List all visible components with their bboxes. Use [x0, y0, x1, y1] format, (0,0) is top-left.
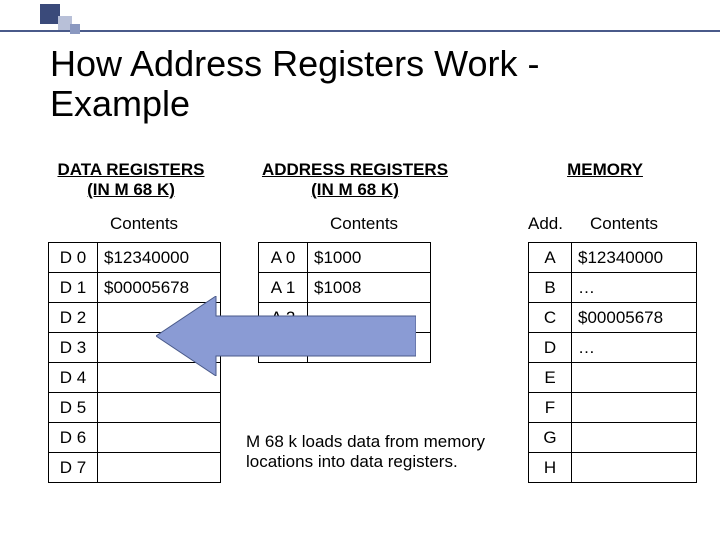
cell-value [98, 393, 221, 423]
header-rule [0, 30, 720, 32]
cell-label: A [529, 243, 572, 273]
table-row: G [529, 423, 697, 453]
cell-value [572, 363, 697, 393]
cell-label: D 2 [49, 303, 98, 333]
cell-value: $1008 [308, 273, 431, 303]
data-registers-table: D 0$12340000D 1$00005678D 2D 3D 4D 5D 6D… [48, 242, 221, 483]
cell-label: F [529, 393, 572, 423]
table-row: D 1$00005678 [49, 273, 221, 303]
table-row: A 2 [259, 303, 431, 333]
cell-value: … [572, 333, 697, 363]
table-row: D 0$12340000 [49, 243, 221, 273]
footnote: M 68 k loads data from memory locations … [246, 432, 486, 472]
cell-value [98, 333, 221, 363]
cell-label: D 5 [49, 393, 98, 423]
cell-label: D 0 [49, 243, 98, 273]
cell-label: A 5 [259, 333, 308, 363]
table-row: D 4 [49, 363, 221, 393]
cell-value [572, 453, 697, 483]
cell-value [98, 303, 221, 333]
header-decoration [0, 4, 720, 38]
table-row: B… [529, 273, 697, 303]
table-row: D 7 [49, 453, 221, 483]
heading-memory: MEMORY [540, 160, 670, 180]
cell-label: D 7 [49, 453, 98, 483]
table-row: D 3 [49, 333, 221, 363]
cell-value [98, 363, 221, 393]
table-row: D 5 [49, 393, 221, 423]
cell-label: D 6 [49, 423, 98, 453]
cell-label: D 3 [49, 333, 98, 363]
table-row: D 6 [49, 423, 221, 453]
cell-value [308, 303, 431, 333]
cell-label: B [529, 273, 572, 303]
cell-value: $1000 [308, 243, 431, 273]
cell-label: D 4 [49, 363, 98, 393]
cell-label: C [529, 303, 572, 333]
table-row: A$12340000 [529, 243, 697, 273]
subhead-addr-contents: Contents [330, 214, 398, 234]
cell-value [98, 453, 221, 483]
cell-label: A 2 [259, 303, 308, 333]
cell-value [308, 333, 431, 363]
table-row: D… [529, 333, 697, 363]
address-registers-table: A 0$1000A 1$1008A 2A 5 [258, 242, 431, 363]
table-row: C$00005678 [529, 303, 697, 333]
cell-value: $00005678 [572, 303, 697, 333]
cell-value [572, 423, 697, 453]
subhead-data-contents: Contents [110, 214, 178, 234]
cell-label: E [529, 363, 572, 393]
subhead-mem-add: Add. [528, 214, 563, 234]
table-row: A 0$1000 [259, 243, 431, 273]
slide: How Address Registers Work - Example DAT… [0, 0, 720, 540]
cell-label: D [529, 333, 572, 363]
cell-value: $00005678 [98, 273, 221, 303]
table-row: D 2 [49, 303, 221, 333]
cell-value: $12340000 [98, 243, 221, 273]
cell-label: G [529, 423, 572, 453]
heading-address-registers: ADDRESS REGISTERS (IN M 68 K) [250, 160, 460, 200]
subhead-mem-contents: Contents [590, 214, 658, 234]
deco-square-1 [40, 4, 60, 24]
cell-value: … [572, 273, 697, 303]
cell-label: H [529, 453, 572, 483]
slide-title: How Address Registers Work - Example [50, 44, 670, 124]
deco-square-3 [70, 24, 80, 34]
memory-table: A$12340000B…C$00005678D…EFGH [528, 242, 697, 483]
table-row: E [529, 363, 697, 393]
table-row: A 1$1008 [259, 273, 431, 303]
cell-label: D 1 [49, 273, 98, 303]
cell-label: A 1 [259, 273, 308, 303]
table-row: F [529, 393, 697, 423]
cell-value [98, 423, 221, 453]
heading-data-registers: DATA REGISTERS (IN M 68 K) [46, 160, 216, 200]
cell-value: $12340000 [572, 243, 697, 273]
cell-label: A 0 [259, 243, 308, 273]
table-row: A 5 [259, 333, 431, 363]
cell-value [572, 393, 697, 423]
table-row: H [529, 453, 697, 483]
